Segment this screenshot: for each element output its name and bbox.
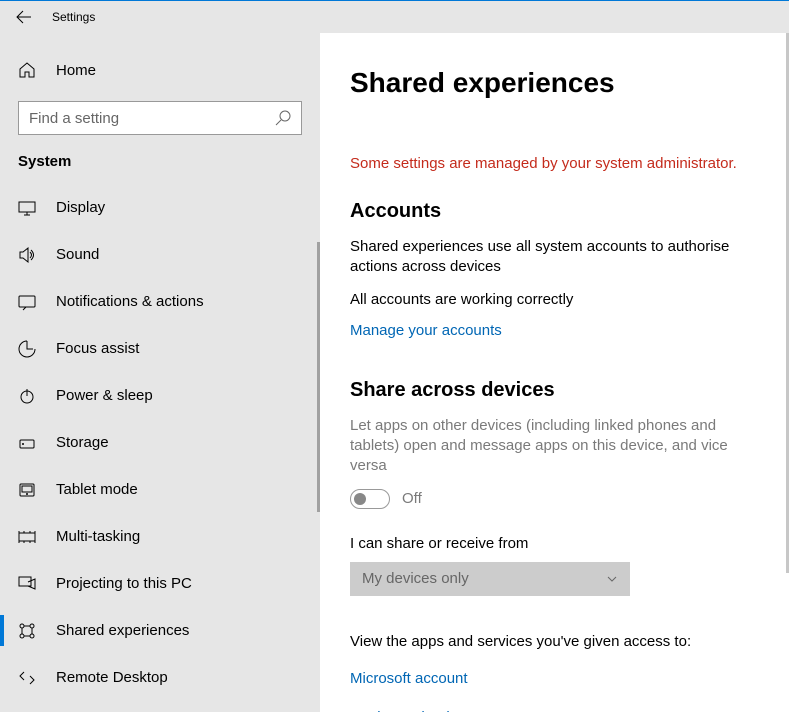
- sound-icon: [18, 246, 36, 264]
- home-label: Home: [56, 62, 96, 79]
- app-title: Settings: [52, 10, 95, 24]
- nav-label: Power & sleep: [56, 387, 153, 404]
- search-input[interactable]: [29, 110, 275, 127]
- accounts-desc2: All accounts are working correctly: [350, 290, 750, 310]
- tablet-icon: [18, 481, 36, 499]
- search-box[interactable]: [18, 101, 302, 135]
- nav-sound[interactable]: Sound: [0, 231, 320, 278]
- nav-label: Projecting to this PC: [56, 575, 192, 592]
- settings-window: Settings Home System: [0, 0, 789, 712]
- nav-multitasking[interactable]: Multi-tasking: [0, 513, 320, 560]
- nav-display[interactable]: Display: [0, 184, 320, 231]
- microsoft-account-link[interactable]: Microsoft account: [350, 670, 759, 687]
- accounts-desc1: Shared experiences use all system accoun…: [350, 237, 750, 278]
- share-devices-toggle-state: Off: [402, 490, 422, 507]
- storage-icon: [18, 434, 36, 452]
- search-icon: [275, 110, 291, 126]
- notifications-icon: [18, 293, 36, 311]
- nav-shared-experiences[interactable]: Shared experiences: [0, 607, 320, 654]
- nav-label: Shared experiences: [56, 622, 189, 639]
- remote-icon: [18, 669, 36, 687]
- accounts-header: Accounts: [350, 200, 759, 223]
- share-devices-header: Share across devices: [350, 379, 759, 402]
- projecting-icon: [18, 575, 36, 593]
- power-icon: [18, 387, 36, 405]
- nav-label: Storage: [56, 434, 109, 451]
- shared-icon: [18, 622, 36, 640]
- display-icon: [18, 199, 36, 217]
- share-receive-select: My devices only: [350, 562, 630, 596]
- window-body: Home System Display Sound: [0, 33, 789, 712]
- manage-accounts-link[interactable]: Manage your accounts: [350, 322, 759, 339]
- nav-storage[interactable]: Storage: [0, 419, 320, 466]
- nav-label: Tablet mode: [56, 481, 138, 498]
- nav-tablet[interactable]: Tablet mode: [0, 466, 320, 513]
- sidebar: Home System Display Sound: [0, 33, 320, 712]
- nav-label: Remote Desktop: [56, 669, 168, 686]
- nav-label: Notifications & actions: [56, 293, 204, 310]
- focus-assist-icon: [18, 340, 36, 358]
- share-devices-toggle-row: Off: [350, 489, 759, 509]
- content-area: Shared experiences Some settings are man…: [320, 33, 789, 712]
- nav-list: Display Sound Notifications & actions Fo…: [0, 184, 320, 712]
- toggle-knob: [354, 493, 366, 505]
- nav-label: Focus assist: [56, 340, 139, 357]
- nav-remote-desktop[interactable]: Remote Desktop: [0, 654, 320, 701]
- home-icon: [18, 61, 36, 79]
- back-button[interactable]: [0, 1, 48, 33]
- search-container: [18, 101, 302, 135]
- multitasking-icon: [18, 528, 36, 546]
- nav-projecting[interactable]: Projecting to this PC: [0, 560, 320, 607]
- nav-power[interactable]: Power & sleep: [0, 372, 320, 419]
- nav-label: Sound: [56, 246, 99, 263]
- back-arrow-icon: [16, 9, 32, 25]
- home-nav[interactable]: Home: [0, 49, 320, 91]
- titlebar: Settings: [0, 1, 789, 33]
- view-access-desc: View the apps and services you've given …: [350, 632, 750, 652]
- share-receive-label: I can share or receive from: [350, 535, 759, 552]
- share-devices-toggle: [350, 489, 390, 509]
- nav-label: Display: [56, 199, 105, 216]
- nav-focus-assist[interactable]: Focus assist: [0, 325, 320, 372]
- share-devices-desc: Let apps on other devices (including lin…: [350, 416, 750, 477]
- nav-notifications[interactable]: Notifications & actions: [0, 278, 320, 325]
- category-label: System: [0, 153, 320, 184]
- chevron-down-icon: [606, 573, 618, 585]
- share-receive-value: My devices only: [362, 570, 469, 587]
- page-title: Shared experiences: [350, 67, 759, 99]
- admin-notice: Some settings are managed by your system…: [350, 155, 759, 172]
- nav-label: Multi-tasking: [56, 528, 140, 545]
